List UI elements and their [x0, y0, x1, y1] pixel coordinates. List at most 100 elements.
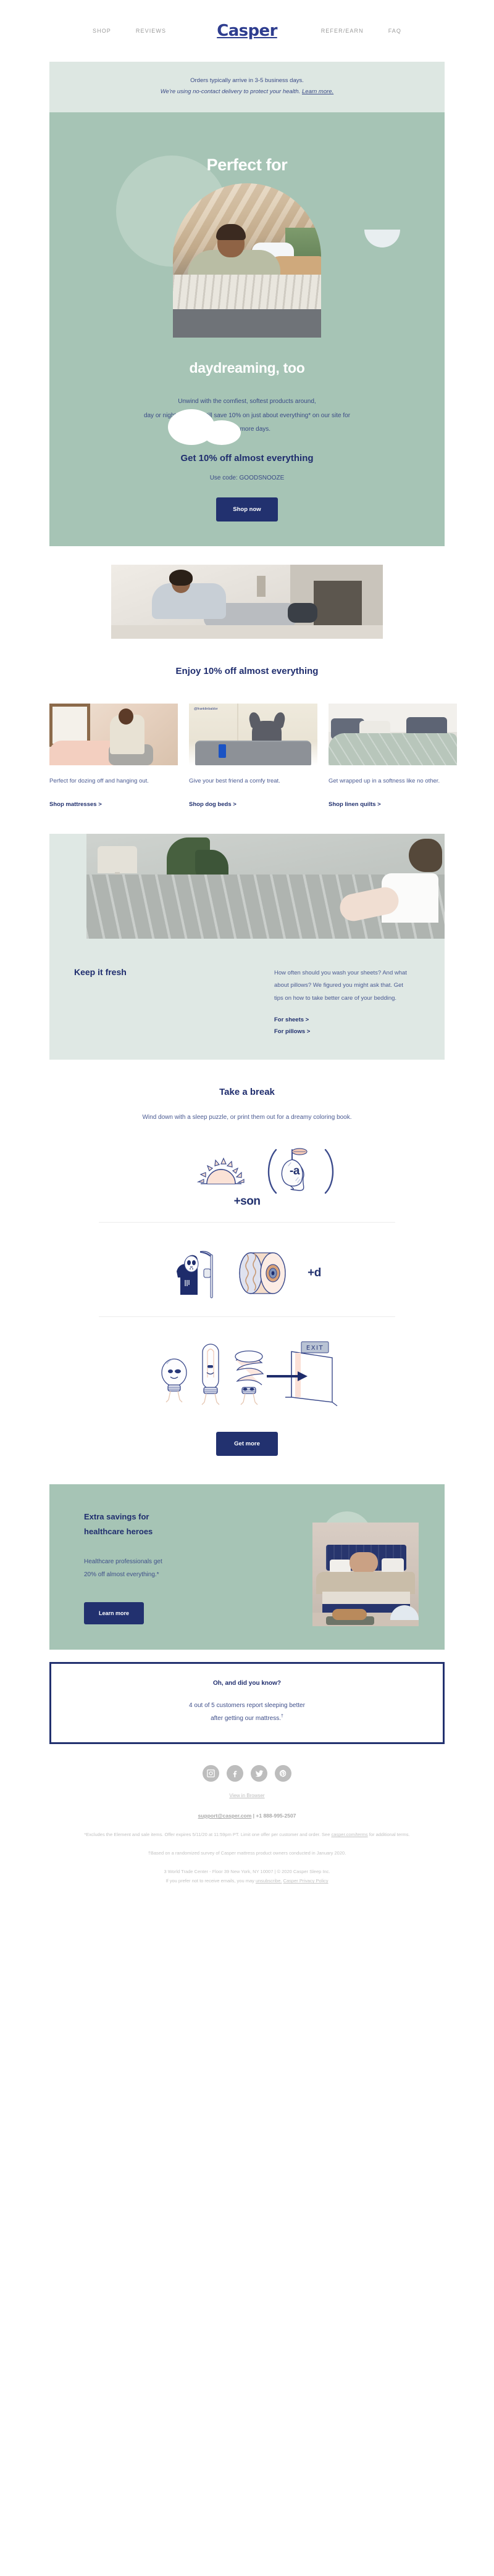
top-navigation: SHOP REVIEWS Casper REFER/EARN FAQ	[0, 0, 494, 62]
keep-it-fresh-body: Keep it fresh How often should you wash …	[49, 939, 445, 1036]
healthcare-text-column: Extra savings for healthcare heroes Heal…	[84, 1510, 269, 1625]
announcement-bar: Orders typically arrive in 3-5 business …	[49, 62, 445, 113]
healthcare-copy: Healthcare professionals get 20% off alm…	[84, 1539, 269, 1581]
casper-logo[interactable]: Casper	[201, 22, 293, 40]
svg-text:EXIT: EXIT	[306, 1345, 324, 1352]
healthcare-learn-more-button[interactable]: Learn more	[84, 1602, 144, 1625]
social-links	[0, 1765, 494, 1782]
hero-title: Perfect for	[206, 156, 288, 175]
linen-quilt	[329, 733, 457, 765]
support-email-link[interactable]: support@casper.com	[198, 1813, 252, 1819]
tile-dog-beds-image: @franklinbaldor	[189, 703, 317, 765]
keep-it-fresh-section: Keep it fresh How often should you wash …	[49, 833, 445, 1060]
healthcare-heading-line-1: Extra savings for	[84, 1512, 149, 1522]
person-hair	[409, 838, 442, 872]
email-page: SHOP REVIEWS Casper REFER/EARN FAQ Order…	[0, 0, 494, 1903]
person-hair	[169, 569, 193, 586]
terms-link[interactable]: casper.com/terms	[331, 1832, 367, 1837]
hero-section: Perfect for daydreaming, too Unwind with…	[49, 112, 445, 546]
twitter-icon[interactable]	[251, 1765, 267, 1782]
footer: View in Browser support@casper.com | +1 …	[0, 1744, 494, 1902]
take-a-break-subtitle: Wind down with a sleep puzzle, or print …	[142, 1114, 352, 1121]
mattress-base	[173, 309, 321, 338]
did-you-know-line-2: after getting our mattress.	[211, 1715, 282, 1722]
address-block: 3 World Trade Center - Floor 39 New York…	[62, 1867, 432, 1887]
nav-refer-earn[interactable]: REFER/EARN	[321, 28, 364, 34]
person-torso	[152, 583, 226, 619]
keep-it-fresh-right-column: How often should you wash your sheets? A…	[274, 967, 410, 1036]
puzzle-reaper-reel-d: +d	[0, 1223, 494, 1303]
dog-bed	[195, 741, 311, 765]
for-pillows-link[interactable]: For pillows >	[274, 1028, 410, 1035]
tile-linen-quilts-image	[329, 703, 457, 765]
pinterest-icon[interactable]	[275, 1765, 291, 1782]
pillow-right	[382, 1558, 404, 1574]
vase	[257, 575, 266, 597]
for-sheets-link[interactable]: For sheets >	[274, 1016, 410, 1023]
duvet	[316, 1572, 415, 1595]
hero-decorative-half-circle	[364, 230, 400, 248]
tile-dog-beds: @franklinbaldor Give your best friend a …	[189, 703, 317, 809]
tile-linen-quilts-text: Get wrapped up in a softness like no oth…	[329, 777, 440, 784]
keep-it-fresh-paragraph: How often should you wash your sheets? A…	[274, 969, 407, 1002]
get-more-button[interactable]: Get more	[216, 1432, 278, 1456]
announce-line-2: We're using no-contact delivery to prote…	[62, 86, 432, 98]
shop-linen-quilts-link[interactable]: Shop linen quilts >	[329, 787, 381, 808]
healthcare-copy-line-2: 20% off almost everything.*	[84, 1571, 159, 1579]
contact-line: support@casper.com | +1 888-995-2507	[0, 1813, 494, 1819]
puzzle-row-1: -a	[99, 1145, 395, 1197]
unsubscribe-prefix: If you prefer not to receive emails, you…	[165, 1878, 256, 1884]
healthcare-copy-line-1: Healthcare professionals get	[84, 1558, 162, 1566]
legal-text: *Excludes the Element and sale items. Of…	[0, 1830, 494, 1886]
nav-shop[interactable]: SHOP	[93, 28, 111, 34]
puzzle-row-3: EXIT	[99, 1338, 395, 1407]
sunrise-icon	[196, 1157, 245, 1184]
unsubscribe-line: If you prefer not to receive emails, you…	[62, 1876, 432, 1886]
dog	[332, 1609, 367, 1621]
terms-block: *Excludes the Element and sale items. Of…	[62, 1830, 432, 1840]
take-a-break-heading: Take a break	[219, 1087, 275, 1098]
shop-mattresses-link[interactable]: Shop mattresses >	[49, 787, 102, 808]
take-a-break-section: Take a break Wind down with a sleep puzz…	[0, 1060, 494, 1456]
person-sock	[288, 602, 317, 623]
nav-faq[interactable]: FAQ	[388, 28, 401, 34]
tile-linen-quilts: Get wrapped up in a softness like no oth…	[329, 703, 457, 809]
view-in-browser-link[interactable]: View in Browser	[229, 1793, 264, 1798]
hero-subtitle: daydreaming, too	[189, 360, 305, 376]
announce-learn-more-link[interactable]: Learn more.	[302, 88, 333, 95]
tile-mattresses-text: Perfect for dozing off and hanging out.	[49, 777, 149, 784]
unsubscribe-link[interactable]: unsubscribe.	[256, 1878, 282, 1884]
privacy-policy-link[interactable]: Casper Privacy Policy	[283, 1878, 329, 1884]
tiles-section-heading: Enjoy 10% off almost everything	[175, 665, 319, 676]
shop-now-button[interactable]: Shop now	[216, 497, 278, 521]
instagram-icon[interactable]	[203, 1765, 219, 1782]
did-you-know-body: 4 out of 5 customers report sleeping bet…	[64, 1687, 430, 1725]
healthcare-heading: Extra savings for healthcare heroes	[84, 1510, 269, 1539]
did-you-know-box: Oh, and did you know? 4 out of 5 custome…	[49, 1662, 445, 1745]
pillow-left	[330, 1560, 351, 1574]
mattress	[322, 1592, 410, 1606]
puzzle-minus-a: -a	[290, 1165, 299, 1178]
survey-block: †Based on a randomized survey of Casper …	[62, 1848, 432, 1858]
did-you-know-heading: Oh, and did you know?	[213, 1680, 281, 1687]
instagram-handle-label: @franklinbaldor	[194, 707, 218, 711]
nav-right-group: REFER/EARN FAQ	[293, 28, 401, 34]
tile-mattresses: Perfect for dozing off and hanging out. …	[49, 703, 178, 809]
shop-dog-beds-link[interactable]: Shop dog beds >	[189, 787, 237, 808]
keep-it-fresh-heading: Keep it fresh	[74, 966, 127, 977]
tile-mattresses-image	[49, 703, 178, 765]
lamp-shade	[98, 846, 137, 873]
support-phone: +1 888-995-2507	[256, 1813, 296, 1819]
puzzle-row-2: +d	[99, 1244, 395, 1303]
product-tiles: Perfect for dozing off and hanging out. …	[0, 676, 494, 809]
hero-cloud-shape	[168, 409, 248, 445]
healthcare-image-column	[269, 1505, 445, 1629]
nav-left-group: SHOP REVIEWS	[93, 28, 201, 34]
terms-line: *Excludes the Element and sale items. Of…	[84, 1832, 330, 1838]
grim-reaper-icon	[177, 1251, 213, 1298]
nav-reviews[interactable]: REVIEWS	[136, 28, 166, 34]
facebook-icon[interactable]	[227, 1765, 243, 1782]
lifestyle-image	[111, 564, 383, 639]
puzzle-plus-son: +son	[233, 1195, 261, 1208]
puzzle-sunrise-pear-son: -a	[0, 1124, 494, 1197]
